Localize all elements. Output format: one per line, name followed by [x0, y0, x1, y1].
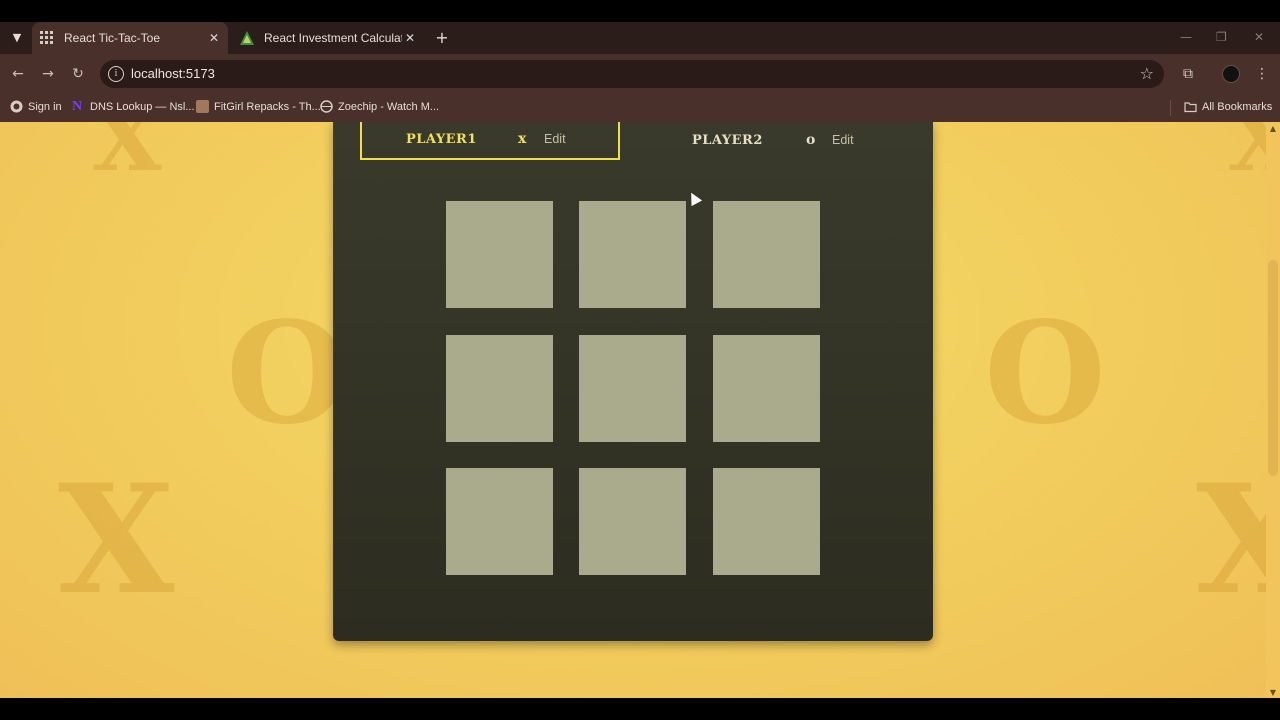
- bookmark-dns-lookup[interactable]: N DNS Lookup — Nsl...: [72, 99, 195, 114]
- board-cell[interactable]: [579, 335, 686, 442]
- url-text[interactable]: localhost:5173: [131, 66, 215, 81]
- os-bottom-bar: [0, 698, 1280, 720]
- new-tab-button[interactable]: +: [432, 28, 452, 48]
- bookmark-zoechip[interactable]: Zoechip - Watch M...: [320, 100, 439, 113]
- game-container: Player1 X Edit Player2 O Edit: [333, 122, 933, 641]
- scroll-up-icon[interactable]: ▲: [1268, 124, 1278, 133]
- tab-strip: ▼ React Tic-Tac-Toe ✕ React Investment C…: [0, 22, 1280, 54]
- player-name: Player1: [406, 131, 477, 147]
- bookmarks-divider: [1170, 100, 1171, 116]
- page-viewport: X O X X O X Player1 X Edit Player2 O Edi…: [0, 122, 1266, 698]
- minimize-icon[interactable]: —: [1180, 30, 1192, 44]
- bookmark-label: FitGirl Repacks - Th...: [214, 100, 321, 113]
- tab-search-chevron-icon[interactable]: ▼: [6, 28, 28, 48]
- background-x-glyph: X: [1228, 122, 1266, 192]
- bookmark-star-icon[interactable]: ☆: [1140, 64, 1154, 83]
- background-o-glyph: O: [226, 292, 348, 456]
- profile-avatar[interactable]: [1222, 65, 1240, 83]
- player-2: Player2 O Edit: [620, 122, 880, 160]
- address-bar[interactable]: i localhost:5173 ☆: [100, 60, 1164, 88]
- background-x-glyph: X: [92, 122, 162, 192]
- folder-icon: [1184, 100, 1197, 113]
- edit-player-button[interactable]: Edit: [828, 131, 858, 149]
- os-top-bar: [0, 0, 1280, 22]
- all-bookmarks-label: All Bookmarks: [1202, 100, 1273, 113]
- tab-title: React Investment Calculator: [264, 31, 402, 45]
- bookmark-sign-in[interactable]: Sign in: [10, 100, 62, 113]
- player-symbol: O: [806, 132, 816, 148]
- board-cell[interactable]: [446, 201, 553, 308]
- all-bookmarks-button[interactable]: All Bookmarks: [1184, 100, 1272, 113]
- board-cell[interactable]: [713, 468, 820, 575]
- bookmark-label: Zoechip - Watch M...: [338, 100, 440, 113]
- back-icon[interactable]: ←: [8, 64, 28, 84]
- menu-kebab-icon[interactable]: ⋮: [1252, 64, 1272, 84]
- calculator-favicon-icon: [240, 31, 254, 45]
- grid-favicon-icon: [40, 31, 54, 45]
- tab-close-icon[interactable]: ✕: [206, 30, 222, 46]
- edit-player-button[interactable]: Edit: [540, 130, 570, 148]
- player-name: Player2: [692, 132, 763, 148]
- restore-icon[interactable]: ❐: [1216, 30, 1227, 44]
- board-cell[interactable]: [579, 201, 686, 308]
- bookmark-label: DNS Lookup — Nsl...: [90, 100, 195, 113]
- tab-title: React Tic-Tac-Toe: [64, 31, 161, 45]
- board-cell[interactable]: [713, 201, 820, 308]
- scrollbar-thumb[interactable]: [1268, 260, 1278, 476]
- background-x-glyph: X: [1196, 452, 1266, 628]
- board-cell[interactable]: [446, 335, 553, 442]
- board-cell[interactable]: [446, 468, 553, 575]
- browser-toolbar: ← → ↻ i localhost:5173 ☆ ⧉ ⋮: [0, 54, 1280, 94]
- globe-icon: [10, 100, 23, 113]
- forward-icon[interactable]: →: [38, 64, 58, 84]
- board-cell[interactable]: [713, 335, 820, 442]
- site-info-icon[interactable]: i: [108, 66, 124, 82]
- reload-icon[interactable]: ↻: [68, 64, 88, 84]
- n-logo-icon: N: [72, 99, 83, 114]
- close-window-icon[interactable]: ✕: [1254, 30, 1264, 44]
- tab-react-tic-tac-toe[interactable]: React Tic-Tac-Toe ✕: [32, 22, 228, 54]
- bookmarks-bar: Sign in N DNS Lookup — Nsl... FitGirl Re…: [0, 94, 1280, 122]
- site-thumb-icon: [196, 100, 209, 113]
- background-o-glyph: O: [984, 292, 1106, 456]
- tab-react-investment-calculator[interactable]: React Investment Calculator ✕: [232, 22, 424, 54]
- board-cell[interactable]: [579, 468, 686, 575]
- extensions-icon[interactable]: ⧉: [1178, 64, 1198, 84]
- tab-close-icon[interactable]: ✕: [402, 30, 418, 46]
- background-x-glyph: X: [58, 452, 175, 628]
- bookmark-label: Sign in: [28, 100, 62, 113]
- player-symbol: X: [518, 131, 527, 147]
- scroll-down-icon[interactable]: ▼: [1268, 688, 1278, 697]
- player-1: Player1 X Edit: [360, 122, 620, 160]
- bookmark-fitgirl[interactable]: FitGirl Repacks - Th...: [196, 100, 321, 113]
- globe-icon: [320, 100, 333, 113]
